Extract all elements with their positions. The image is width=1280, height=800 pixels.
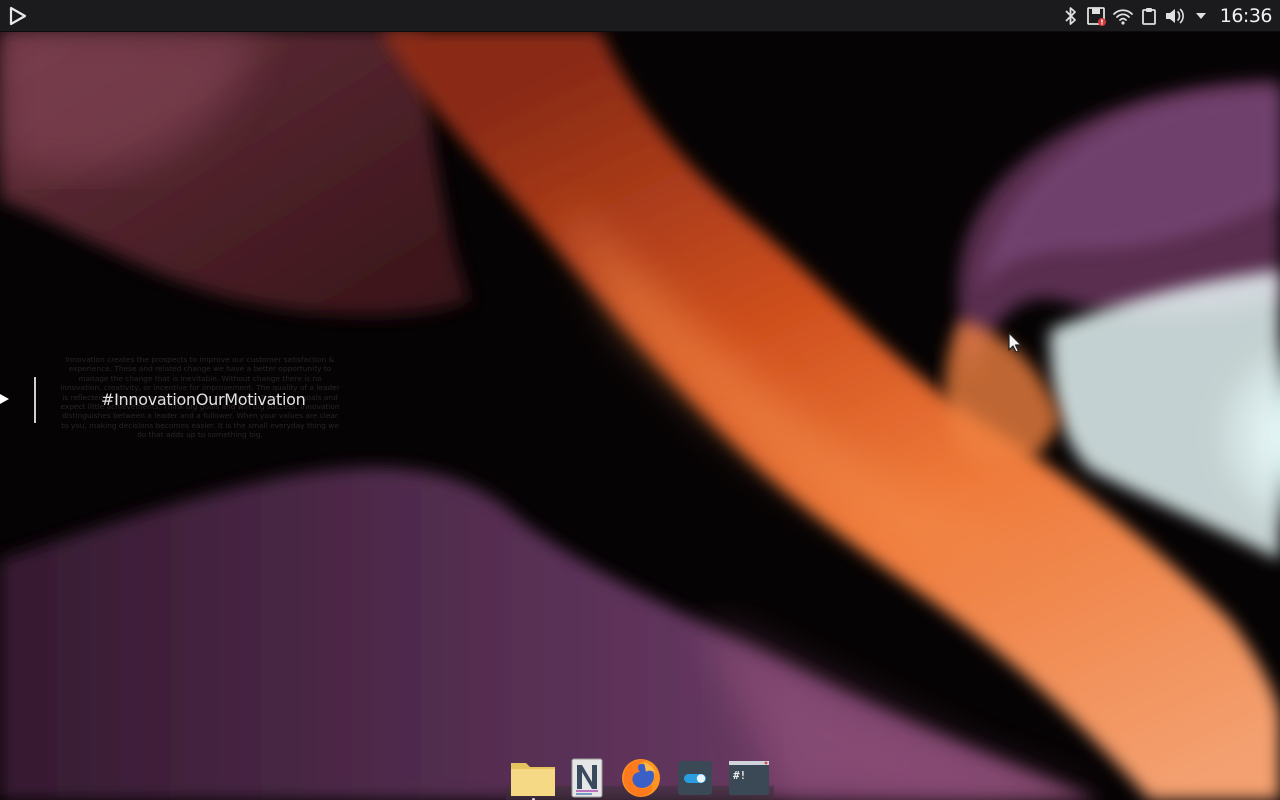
dock-firefox[interactable] bbox=[616, 756, 666, 800]
drive-icon bbox=[1086, 7, 1106, 26]
volume-tray-button[interactable] bbox=[1162, 0, 1188, 32]
dock-settings[interactable] bbox=[670, 756, 720, 800]
clock[interactable]: 16:36 bbox=[1214, 0, 1280, 32]
play-icon bbox=[9, 6, 27, 26]
menu-dropdown-icon bbox=[1195, 13, 1206, 19]
clipboard-icon bbox=[1141, 8, 1156, 25]
drive-tray-button[interactable] bbox=[1084, 0, 1110, 32]
wifi-icon bbox=[1112, 9, 1133, 25]
firefox-icon bbox=[622, 759, 660, 797]
bluetooth-tray-button[interactable] bbox=[1058, 0, 1084, 32]
bluetooth-icon bbox=[1065, 7, 1076, 25]
launcher-button[interactable] bbox=[7, 5, 29, 27]
system-tray: 16:36 bbox=[1058, 0, 1280, 32]
panel-menu-button[interactable] bbox=[1188, 0, 1214, 32]
widget-hashtag: #InnovationOurMotivation bbox=[101, 390, 306, 409]
toggle-settings-icon bbox=[678, 761, 712, 795]
dock-file-manager[interactable] bbox=[508, 756, 558, 800]
terminal-icon: #! bbox=[729, 761, 769, 795]
wifi-tray-button[interactable] bbox=[1110, 0, 1136, 32]
dock-terminal[interactable]: #! bbox=[724, 756, 774, 800]
widget-expand-button[interactable] bbox=[0, 391, 10, 407]
dock-text-editor[interactable] bbox=[562, 756, 612, 800]
top-panel: 16:36 bbox=[0, 0, 1280, 32]
quote-widget: Innovation creates the prospects to impr… bbox=[0, 355, 345, 445]
clipboard-tray-button[interactable] bbox=[1136, 0, 1162, 32]
terminal-label: #! bbox=[733, 769, 746, 782]
volume-icon bbox=[1165, 8, 1184, 24]
desktop[interactable]: 16:36 Innovation creates the prospects t… bbox=[0, 0, 1280, 800]
folder-icon bbox=[511, 763, 555, 796]
mouse-cursor-icon bbox=[1008, 332, 1022, 353]
widget-divider bbox=[34, 377, 36, 423]
arrow-right-icon bbox=[0, 394, 9, 404]
text-editor-icon bbox=[571, 758, 603, 798]
dock: #! bbox=[506, 753, 774, 800]
